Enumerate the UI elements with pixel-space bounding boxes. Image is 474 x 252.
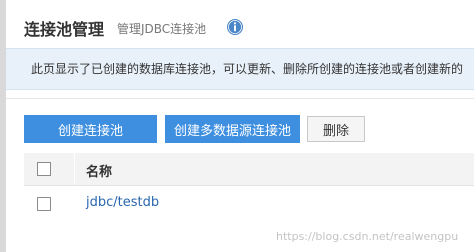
create-multi-source-pool-button[interactable]: 创建多数据源连接池: [165, 115, 300, 143]
table-row: jdbc/testdb: [24, 186, 474, 222]
description-bar: 此页显示了已创建的数据库连接池，可以更新、删除所创建的连接池或者创建新的: [6, 48, 474, 90]
page-subtitle: 管理JDBC连接池: [117, 22, 207, 36]
page-header: 连接池管理 管理JDBC连接池: [6, 0, 474, 48]
column-header-name: 名称: [86, 165, 113, 180]
delete-button[interactable]: 删除: [307, 116, 365, 142]
row-checkbox[interactable]: [37, 197, 51, 211]
create-pool-button[interactable]: 创建连接池: [24, 115, 157, 143]
watermark-text: https://blog.csdn.net/realwengpu: [276, 230, 459, 243]
select-all-checkbox[interactable]: [37, 162, 51, 176]
pool-name-link[interactable]: jdbc/testdb: [86, 195, 159, 210]
info-icon[interactable]: [226, 18, 244, 36]
section-divider: [6, 90, 474, 99]
description-text: 此页显示了已创建的数据库连接池，可以更新、删除所创建的连接池或者创建新的: [31, 62, 464, 76]
table-header: 名称: [24, 153, 474, 186]
select-column-header: [24, 153, 75, 185]
page-title: 连接池管理: [24, 20, 105, 39]
